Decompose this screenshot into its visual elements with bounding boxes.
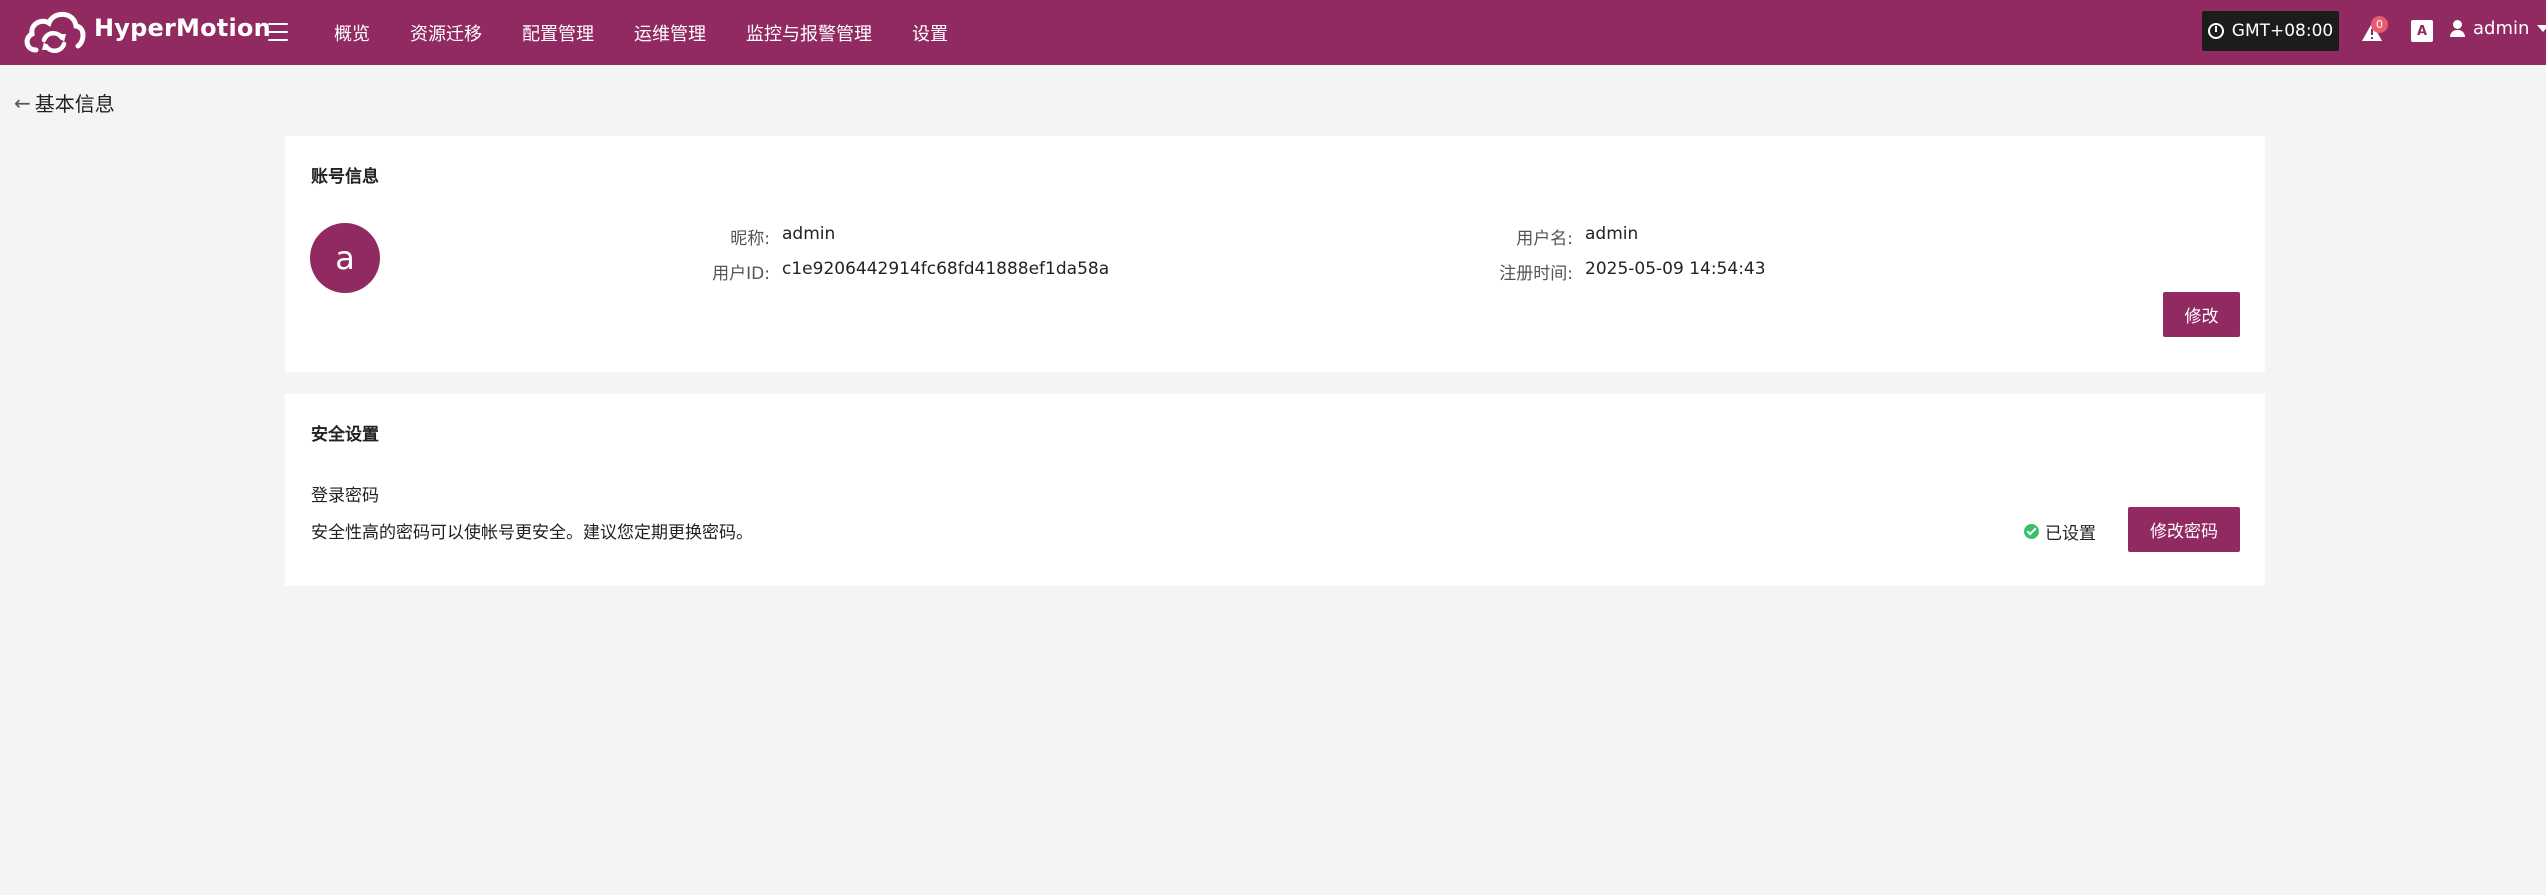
timezone-label: GMT+08:00	[2231, 21, 2334, 41]
user-id-value: c1e9206442914fc68fd41888ef1da58a	[782, 259, 1110, 279]
account-info-card: 账号信息 a 昵称: admin 用户ID: c1e9206442914fc68…	[285, 136, 2265, 372]
password-status-label: 已设置	[2045, 524, 2096, 544]
registered-label: 注册时间:	[1499, 264, 1573, 284]
cloud-logo-icon	[24, 11, 86, 54]
user-id-label: 用户ID:	[712, 264, 770, 284]
language-label: A	[2416, 23, 2428, 39]
check-circle-icon	[2024, 524, 2039, 539]
user-menu[interactable]: admin	[2450, 18, 2546, 39]
password-description: 安全性高的密码可以使帐号更安全。建议您定期更换密码。	[311, 523, 753, 543]
nav-item-ops[interactable]: 运维管理	[634, 20, 706, 46]
nav-item-overview[interactable]: 概览	[334, 20, 370, 46]
username-value: admin	[1585, 224, 1639, 244]
avatar: a	[310, 223, 380, 293]
timezone-button[interactable]: GMT+08:00	[2202, 11, 2339, 51]
main-nav: 概览 资源迁移 配置管理 运维管理 监控与报警管理 设置	[334, 0, 948, 65]
nickname-value: admin	[782, 224, 836, 244]
nav-item-settings[interactable]: 设置	[912, 20, 948, 46]
clock-icon	[2207, 23, 2224, 39]
edit-button[interactable]: 修改	[2163, 292, 2240, 337]
nav-item-monitoring[interactable]: 监控与报警管理	[746, 20, 872, 46]
nav-item-config[interactable]: 配置管理	[522, 20, 594, 46]
nav-item-migration[interactable]: 资源迁移	[410, 20, 482, 46]
alert-count-badge: 0	[2371, 16, 2388, 33]
registered-value: 2025-05-09 14:54:43	[1585, 259, 1766, 279]
account-card-title: 账号信息	[311, 167, 379, 187]
page-title: 基本信息	[34, 92, 115, 116]
password-label: 登录密码	[311, 486, 379, 506]
back-arrow-icon: ←	[14, 90, 31, 115]
security-card-title: 安全设置	[311, 425, 379, 445]
user-name: admin	[2473, 18, 2530, 39]
chevron-down-icon	[2537, 25, 2546, 32]
username-label: 用户名:	[1516, 229, 1573, 249]
brand-name: HyperMotion	[94, 14, 271, 42]
password-status: 已设置	[2024, 519, 2096, 544]
hamburger-menu-icon[interactable]	[266, 12, 292, 52]
security-settings-card: 安全设置 登录密码 安全性高的密码可以使帐号更安全。建议您定期更换密码。 已设置…	[285, 394, 2265, 586]
user-icon	[2450, 20, 2465, 37]
language-icon[interactable]: A	[2411, 20, 2433, 42]
nickname-label: 昵称:	[730, 229, 770, 249]
back-link[interactable]: ← 基本信息	[14, 88, 115, 117]
top-navbar: HyperMotion 概览 资源迁移 配置管理 运维管理 监控与报警管理 设置…	[0, 0, 2546, 65]
change-password-button[interactable]: 修改密码	[2128, 507, 2240, 552]
